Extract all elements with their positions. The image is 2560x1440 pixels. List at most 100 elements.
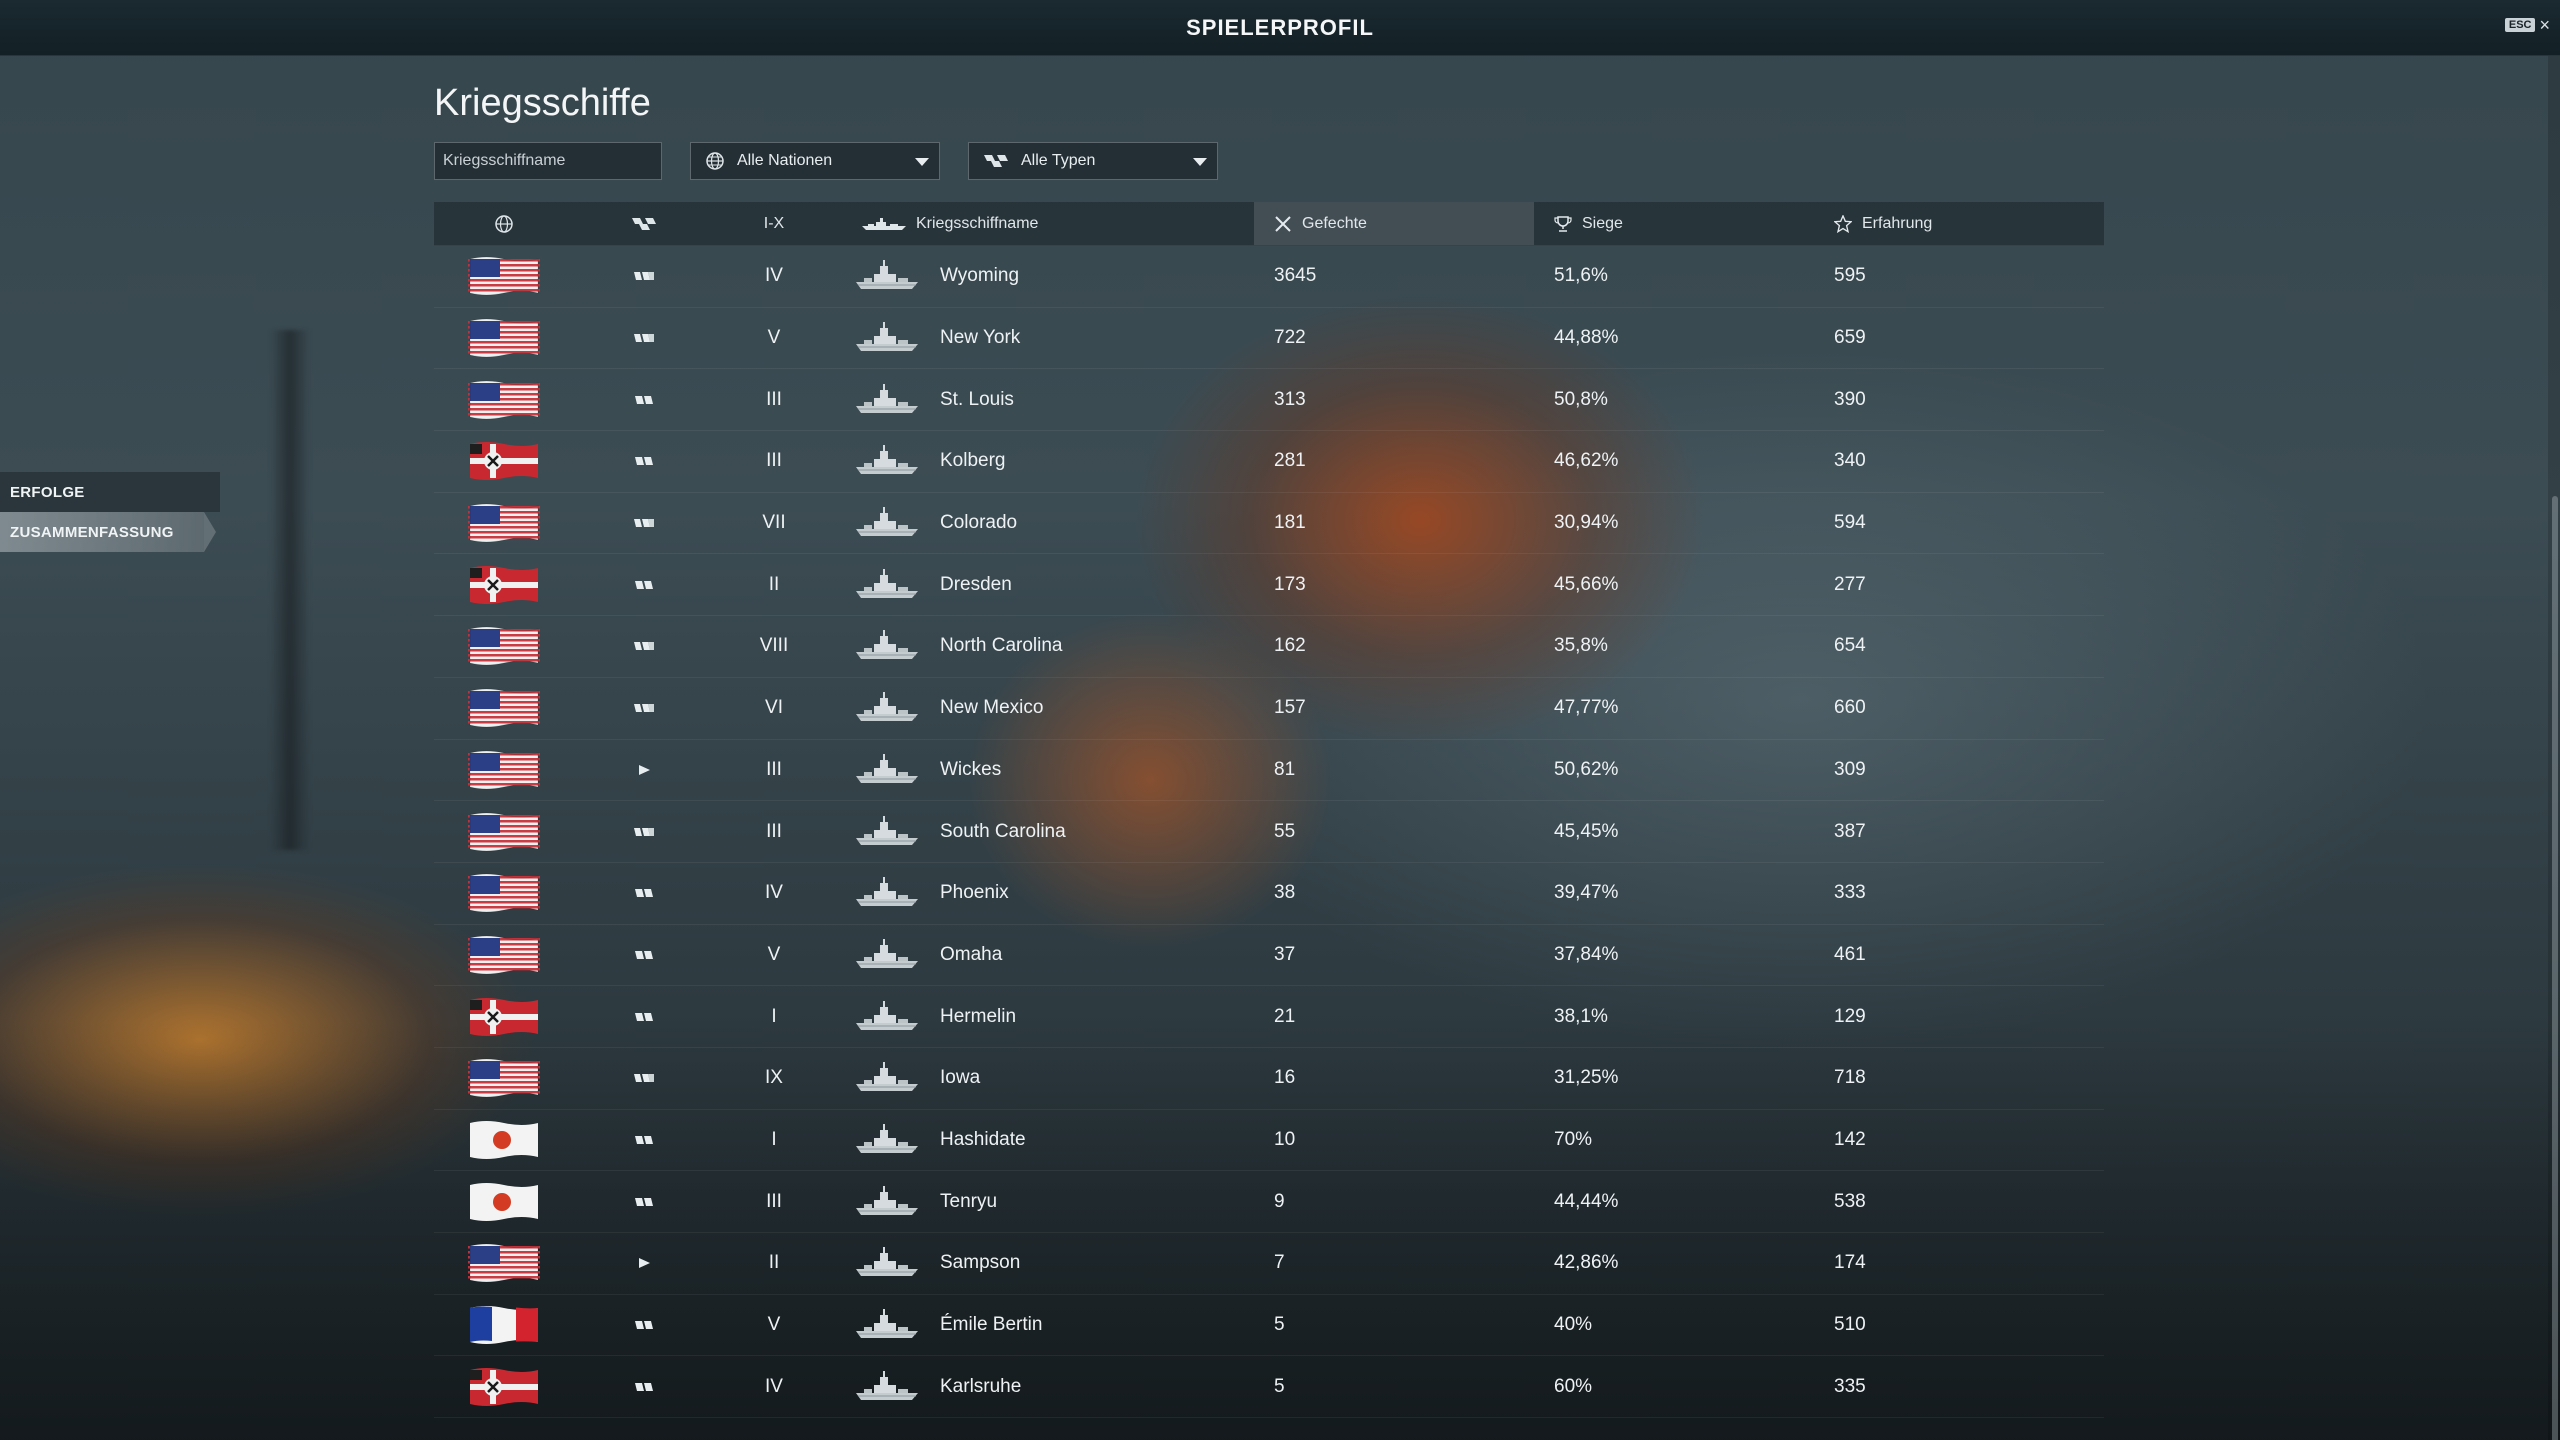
- battles-value: 5: [1274, 1314, 1285, 1336]
- top-bar: SPIELERPROFIL ESC ×: [0, 0, 2560, 56]
- wins-value: 42,86%: [1554, 1252, 1619, 1274]
- wins-value: 30,94%: [1554, 512, 1619, 534]
- filter-bar: Alle Nationen Alle Typen: [434, 142, 1218, 180]
- wins-value: 60%: [1554, 1375, 1593, 1397]
- nation-cell: [434, 801, 574, 862]
- battles-value: 722: [1274, 327, 1306, 349]
- table-row[interactable]: IV Phoenix 38 39,47% 333: [434, 863, 2104, 925]
- tier-value: V: [767, 327, 781, 349]
- column-header-type[interactable]: [574, 202, 714, 245]
- battleship-type-icon: [633, 269, 655, 283]
- nation-dropdown[interactable]: Alle Nationen: [690, 142, 940, 180]
- ship-thumbnail-icon: [854, 937, 920, 973]
- ship-thumbnail-icon: [854, 567, 920, 603]
- type-cell: [574, 1233, 714, 1294]
- tier-value: III: [766, 820, 782, 842]
- wins-cell: 39,47%: [1534, 863, 1814, 924]
- wins-cell: 50,62%: [1534, 740, 1814, 801]
- wins-cell: 38,1%: [1534, 986, 1814, 1047]
- ship-name-search-input[interactable]: [434, 142, 662, 180]
- table-row[interactable]: VIII North Carolina 162 35,8% 654: [434, 616, 2104, 678]
- usa-flag-icon: [468, 934, 540, 976]
- battleship-type-icon: [633, 825, 655, 839]
- sidenav-item-achievements[interactable]: ERFOLGE: [0, 472, 220, 512]
- table-row[interactable]: V Émile Bertin 5 40% 510: [434, 1295, 2104, 1357]
- scrollbar[interactable]: [2548, 56, 2560, 1440]
- usa-flag-icon: [468, 317, 540, 359]
- battles-cell: 21: [1254, 986, 1534, 1047]
- ship-thumbnail-icon: [854, 752, 920, 788]
- type-cell: [574, 1110, 714, 1171]
- wins-value: 44,44%: [1554, 1190, 1619, 1212]
- column-header-xp[interactable]: Erfahrung: [1814, 202, 2104, 245]
- tier-value: IV: [765, 882, 783, 904]
- cruiser-type-icon: [633, 393, 655, 407]
- column-header-wins[interactable]: Siege: [1534, 202, 1814, 245]
- table-row[interactable]: V New York 722 44,88% 659: [434, 308, 2104, 370]
- sidenav-item-summary[interactable]: ZUSAMMENFASSUNG: [0, 512, 216, 552]
- table-row[interactable]: V Omaha 37 37,84% 461: [434, 925, 2104, 987]
- type-cell: [574, 308, 714, 369]
- wins-value: 38,1%: [1554, 1005, 1608, 1027]
- france-flag-icon: [468, 1304, 540, 1346]
- wins-cell: 37,84%: [1534, 925, 1814, 986]
- column-header-name[interactable]: Kriegsschiffname: [834, 202, 1254, 245]
- table-row[interactable]: II Dresden 173 45,66% 277: [434, 554, 2104, 617]
- battles-cell: 5: [1254, 1356, 1534, 1417]
- battles-value: 38: [1274, 882, 1296, 904]
- table-row[interactable]: II Sampson 7 42,86% 174: [434, 1233, 2104, 1295]
- table-row[interactable]: III South Carolina 55 45,45% 387: [434, 801, 2104, 863]
- table-row[interactable]: VII Colorado 181 30,94% 594: [434, 493, 2104, 555]
- xp-value: 654: [1834, 635, 1866, 657]
- type-cell: [574, 1295, 714, 1356]
- table-row[interactable]: I Hashidate 10 70% 142: [434, 1110, 2104, 1172]
- name-cell: Hashidate: [834, 1110, 1254, 1171]
- table-row[interactable]: IV Wyoming 3645 51,6% 595: [434, 246, 2104, 308]
- type-cell: [574, 925, 714, 986]
- xp-value: 538: [1834, 1190, 1866, 1212]
- column-header-nation[interactable]: [434, 202, 574, 245]
- ship-name: Dresden: [940, 573, 1012, 595]
- wins-value: 46,62%: [1554, 450, 1619, 472]
- type-cell: [574, 431, 714, 492]
- usa-flag-icon: [468, 687, 540, 729]
- battles-value: 37: [1274, 943, 1296, 965]
- usa-flag-icon: [468, 1242, 540, 1284]
- table-row[interactable]: III Tenryu 9 44,44% 538: [434, 1171, 2104, 1233]
- table-row[interactable]: I Hermelin 21 38,1% 129: [434, 986, 2104, 1048]
- tier-value: IV: [765, 265, 783, 287]
- nation-cell: [434, 1295, 574, 1356]
- wins-value: 45,66%: [1554, 573, 1619, 595]
- battles-value: 9: [1274, 1190, 1285, 1212]
- ship-name: Kolberg: [940, 450, 1006, 472]
- table-row[interactable]: IX Iowa 16 31,25% 718: [434, 1048, 2104, 1110]
- name-cell: New York: [834, 308, 1254, 369]
- type-dropdown[interactable]: Alle Typen: [968, 142, 1218, 180]
- name-cell: Phoenix: [834, 863, 1254, 924]
- nation-cell: [434, 431, 574, 492]
- xp-cell: 390: [1814, 369, 2104, 430]
- column-header-battles[interactable]: Gefechte: [1254, 202, 1534, 245]
- side-navigation: ERFOLGE ZUSAMMENFASSUNG: [0, 472, 220, 552]
- ship-thumbnail-icon: [854, 875, 920, 911]
- wins-cell: 44,44%: [1534, 1171, 1814, 1232]
- tier-value: III: [766, 758, 782, 780]
- table-row[interactable]: IV Karlsruhe 5 60% 335: [434, 1356, 2104, 1419]
- wins-cell: 45,66%: [1534, 554, 1814, 615]
- table-row[interactable]: III Wickes 81 50,62% 309: [434, 740, 2104, 802]
- tier-cell: II: [714, 1233, 834, 1294]
- table-row[interactable]: III Kolberg 281 46,62% 340: [434, 431, 2104, 493]
- xp-value: 510: [1834, 1314, 1866, 1336]
- globe-icon: [706, 152, 724, 170]
- close-button[interactable]: ESC ×: [2504, 16, 2550, 34]
- usa-flag-icon: [468, 1057, 540, 1099]
- column-header-tier[interactable]: I-X: [714, 202, 834, 245]
- table-row[interactable]: III St. Louis 313 50,8% 390: [434, 369, 2104, 432]
- scrollbar-thumb[interactable]: [2552, 496, 2558, 1440]
- tier-value: V: [767, 1314, 781, 1336]
- cruiser-type-icon: [633, 886, 655, 900]
- xp-cell: 659: [1814, 308, 2104, 369]
- tier-cell: VII: [714, 493, 834, 554]
- table-row[interactable]: VI New Mexico 157 47,77% 660: [434, 678, 2104, 740]
- ship-name: South Carolina: [940, 820, 1066, 842]
